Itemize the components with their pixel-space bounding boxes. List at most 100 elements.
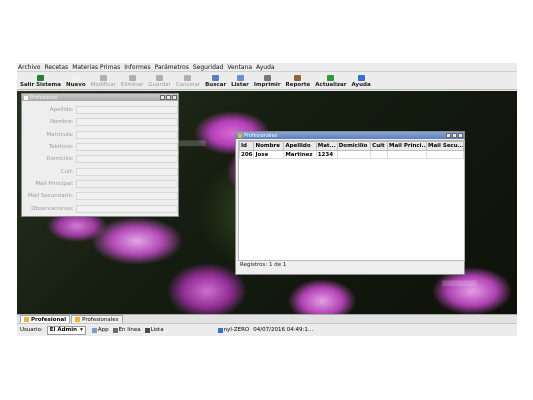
form-field-input[interactable] — [75, 155, 178, 164]
toolbar-button-6[interactable]: Buscar — [205, 75, 226, 89]
window-icon — [238, 133, 242, 138]
column-header[interactable]: Mat... — [315, 141, 338, 151]
column-header[interactable]: Apellido — [283, 141, 317, 151]
form-field-input[interactable] — [75, 118, 178, 127]
profesional-window-titlebar[interactable]: Profesional — [22, 94, 178, 101]
menu-item-2[interactable]: Materias Primas — [72, 64, 120, 71]
column-header[interactable]: Mail Princi... — [386, 141, 427, 151]
window-icon — [24, 317, 29, 322]
form-row: Domicilio: — [22, 153, 178, 165]
toolbar-button-label: Eliminar — [120, 82, 144, 88]
maximize-icon[interactable] — [166, 95, 171, 100]
app-status: App — [91, 327, 109, 333]
report-icon — [294, 75, 302, 81]
menu-item-0[interactable]: Archivo — [18, 64, 40, 71]
close-icon[interactable] — [458, 133, 463, 138]
user-select-value: El Admin — [49, 327, 78, 333]
profesionales-table-area[interactable]: Id Nombre Apellido Mat... Domicilio Cuit Mail … — [238, 140, 465, 261]
tab-1[interactable]: Profesionales — [71, 315, 123, 323]
list-status-label: Lista — [150, 327, 164, 333]
form-field-input[interactable] — [75, 130, 178, 139]
window-icon — [75, 317, 81, 322]
form-field-input[interactable] — [75, 192, 178, 201]
profesionales-window-titlebar[interactable]: Profesionales — [236, 132, 464, 139]
form-row: Matrícula: — [22, 129, 178, 141]
toolbar-button-1[interactable]: Nuevo — [66, 75, 86, 89]
menu-item-6[interactable]: Ventana — [227, 64, 252, 71]
delete-icon — [128, 75, 136, 81]
table-cell — [425, 150, 464, 159]
tab-label: Profesional — [31, 316, 67, 323]
toolbar-button-label: Imprimir — [253, 82, 281, 88]
toolbar-button-5[interactable]: Cancelar — [176, 75, 200, 89]
column-header[interactable]: Cuit — [370, 141, 388, 151]
form-field-label: Mail Principal: — [35, 180, 74, 187]
minimize-icon[interactable] — [160, 95, 165, 100]
application-window: Archivo Recetas Materias Primas Informes Par… — [17, 63, 517, 336]
minimize-icon[interactable] — [446, 133, 451, 138]
toolbar-button-3[interactable]: Eliminar — [120, 75, 144, 89]
menu-bar: Archivo Recetas Materias Primas Informes Par… — [17, 63, 517, 72]
form-row: Apellido: — [22, 104, 178, 116]
toolbar-button-label: Salir Sistema — [20, 82, 61, 88]
toolbar-button-11[interactable]: Ayuda — [351, 75, 371, 89]
exit-icon — [37, 75, 44, 81]
toolbar-button-2[interactable]: Modificar — [91, 75, 116, 89]
profesional-window[interactable]: Profesional Apellido: Nombre: Matrícula: Te… — [21, 93, 179, 217]
server-name: nyl-ZERO — [223, 327, 250, 333]
menu-item-7[interactable]: Ayuda — [256, 64, 275, 71]
form-row: Mail Principal: — [22, 178, 178, 190]
menu-item-5[interactable]: Seguridad — [193, 64, 224, 71]
toolbar-button-label: Cancelar — [175, 82, 201, 88]
toolbar-button-label: Modificar — [90, 82, 116, 88]
app-status-label: App — [97, 327, 109, 333]
table-cell — [386, 150, 427, 159]
column-header[interactable]: Nombre — [253, 141, 285, 151]
column-header[interactable]: Domicilio — [336, 141, 372, 151]
toolbar-button-label: Ayuda — [351, 82, 371, 88]
user-select[interactable]: El Admin ▾ — [46, 325, 86, 335]
maximize-icon[interactable] — [452, 133, 457, 138]
table-cell — [336, 150, 372, 159]
form-field-label: Mail Secundario: — [27, 193, 74, 200]
toolbar-button-8[interactable]: Imprimir — [254, 75, 281, 89]
toolbar-button-4[interactable]: Guardar — [148, 75, 171, 89]
search-icon — [212, 75, 220, 81]
table-header-row: Id Nombre Apellido Mat... Domicilio Cuit Mail … — [239, 141, 464, 151]
toolbar-button-10[interactable]: Actualizar — [315, 75, 346, 89]
records-count: Registros: 1 de 1 — [240, 262, 287, 268]
server-status: nyl-ZERO — [217, 327, 250, 333]
toolbar-button-label: Actualizar — [315, 82, 347, 88]
list-icon — [144, 327, 150, 333]
list-status: Lista — [144, 327, 164, 333]
column-header[interactable]: Mail Secu... — [425, 141, 464, 151]
toolbar-button-9[interactable]: Reporte — [285, 75, 311, 89]
toolbar-button-0[interactable]: Salir Sistema — [20, 75, 61, 89]
form-field-input[interactable] — [75, 179, 178, 188]
form-field-input[interactable] — [75, 106, 178, 115]
chevron-down-icon: ▾ — [80, 327, 83, 333]
form-field-input[interactable] — [75, 204, 178, 213]
toolbar: Salir Sistema Nuevo Modificar Eliminar Guard… — [17, 72, 517, 90]
cancel-icon — [184, 75, 192, 81]
form-field-label: Domicilio: — [46, 156, 74, 163]
app-icon — [91, 327, 97, 333]
toolbar-button-label: Reporte — [285, 82, 311, 88]
profesionales-window[interactable]: Profesionales Id Nombre Apellido Mat... Domi… — [235, 131, 465, 275]
form-field-input[interactable] — [75, 143, 178, 152]
form-row: Teléfono: — [22, 141, 178, 153]
window-controls — [446, 133, 463, 138]
form-field-input[interactable] — [75, 167, 178, 176]
menu-item-1[interactable]: Recetas — [44, 64, 68, 71]
menu-item-4[interactable]: Parámetros — [155, 64, 189, 71]
table-row[interactable]: 206 Jose Martinez 1234 — [239, 150, 464, 159]
profesional-window-title: Profesional — [30, 94, 58, 101]
tab-0[interactable]: Profesional — [20, 315, 71, 323]
desktop-area: ▒▒▒▒▒▒▒▒▒▒ Profesional Apellido: Nombre: M… — [17, 91, 517, 314]
close-icon[interactable] — [172, 95, 177, 100]
column-header[interactable]: Id — [239, 141, 255, 151]
menu-item-3[interactable]: Informes — [124, 64, 150, 71]
toolbar-button-7[interactable]: Listar — [231, 75, 249, 89]
window-controls — [160, 95, 177, 100]
tab-label: Profesionales — [82, 316, 119, 323]
